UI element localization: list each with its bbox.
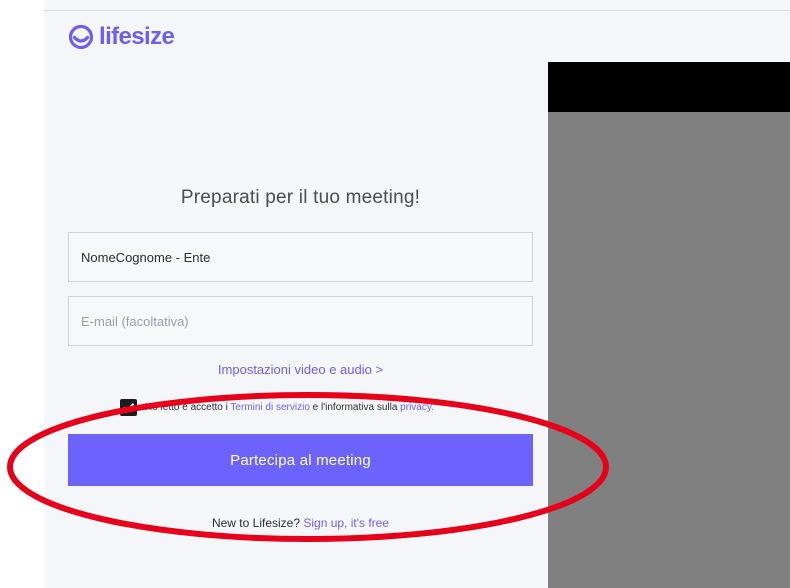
brand-name: lifesize bbox=[99, 23, 175, 50]
signup-row: New to Lifesize? Sign up, it's free bbox=[68, 516, 533, 530]
video-audio-settings-link[interactable]: Impostazioni video e audio > bbox=[68, 362, 533, 377]
video-preview bbox=[548, 62, 790, 588]
email-input[interactable] bbox=[69, 297, 532, 345]
signup-link[interactable]: Sign up, it's free bbox=[303, 516, 389, 530]
signup-prefix: New to Lifesize? bbox=[211, 516, 301, 530]
lifesize-logo-icon bbox=[68, 24, 94, 50]
consent-middle: e l'informativa sulla bbox=[309, 401, 401, 413]
left-margin bbox=[0, 0, 44, 588]
consent-text: Ho letto e accetto i Termini di servizio… bbox=[145, 402, 434, 413]
consent-row: Ho letto e accetto i Termini di servizio… bbox=[120, 398, 434, 416]
name-field-box bbox=[68, 232, 533, 282]
page-title: Preparati per il tuo meeting! bbox=[180, 187, 421, 208]
top-divider bbox=[44, 10, 790, 11]
consent-prefix: Ho letto e accetto i bbox=[145, 401, 231, 413]
video-preview-topbar bbox=[548, 62, 790, 112]
join-meeting-button[interactable]: Partecipa al meeting bbox=[68, 434, 533, 486]
name-input[interactable] bbox=[69, 233, 532, 281]
checkmark-icon bbox=[122, 402, 135, 413]
email-field-box bbox=[68, 296, 533, 346]
lifesize-logo[interactable]: lifesize bbox=[68, 23, 175, 50]
terms-link[interactable]: Termini di servizio bbox=[230, 402, 309, 413]
privacy-link[interactable]: privacy. bbox=[400, 402, 434, 413]
consent-checkbox[interactable] bbox=[120, 398, 137, 416]
